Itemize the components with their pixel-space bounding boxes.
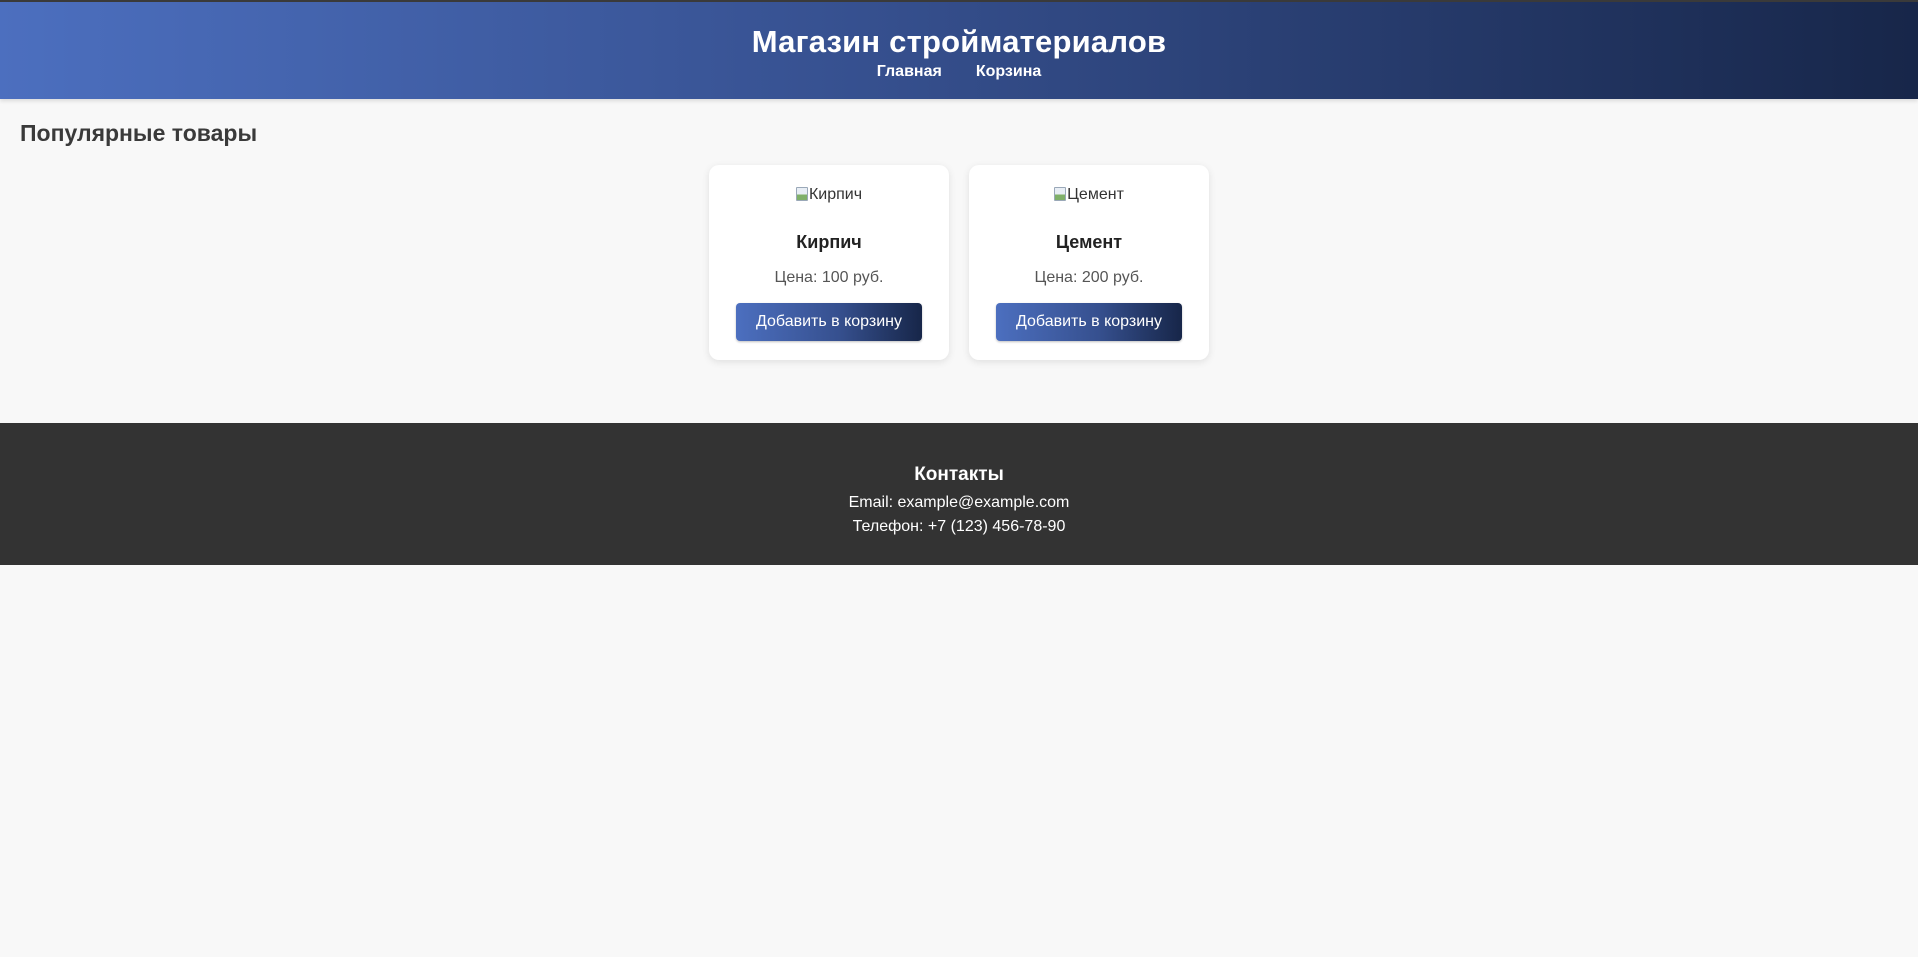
footer-email: Email: example@example.com — [848, 494, 1070, 511]
product-image-cement: Цемент — [1054, 185, 1124, 205]
site-footer: Контакты Email: example@example.com Теле… — [0, 423, 1918, 565]
site-header: Магазин стройматериалов Главная Корзина — [0, 0, 1918, 99]
product-image-alt: Кирпич — [808, 186, 863, 203]
main-content: Популярные товары Кирпич Кирпич Цена: 10… — [0, 99, 1918, 360]
nav-link-home[interactable]: Главная — [877, 62, 942, 82]
product-grid: Кирпич Кирпич Цена: 100 руб. Добавить в … — [20, 165, 1898, 360]
site-title: Магазин стройматериалов — [751, 24, 1167, 59]
section-title-popular: Популярные товары — [20, 120, 258, 146]
footer-phone: Телефон: +7 (123) 456-78-90 — [852, 518, 1066, 535]
broken-image-icon — [1054, 187, 1067, 201]
product-image-brick: Кирпич — [795, 185, 863, 205]
product-price: Цена: 100 руб. — [774, 269, 884, 286]
nav-link-cart[interactable]: Корзина — [976, 62, 1041, 82]
add-to-cart-button-cement[interactable]: Добавить в корзину — [996, 303, 1182, 341]
product-name: Цемент — [1055, 232, 1123, 252]
footer-title-contacts: Контакты — [914, 464, 1004, 485]
product-image-alt: Цемент — [1067, 186, 1124, 203]
broken-image-icon — [795, 187, 808, 201]
product-card-brick: Кирпич Кирпич Цена: 100 руб. Добавить в … — [709, 165, 949, 360]
add-to-cart-button-brick[interactable]: Добавить в корзину — [736, 303, 922, 341]
product-price: Цена: 200 руб. — [1034, 269, 1144, 286]
product-card-cement: Цемент Цемент Цена: 200 руб. Добавить в … — [969, 165, 1209, 360]
main-nav: Главная Корзина — [0, 62, 1918, 82]
product-name: Кирпич — [796, 232, 862, 252]
